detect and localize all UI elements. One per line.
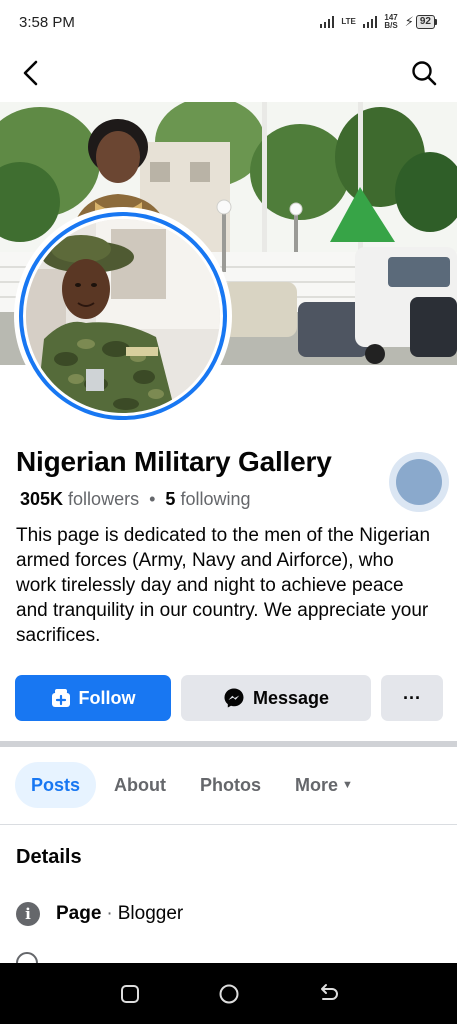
message-button[interactable]: Message [181, 675, 371, 721]
detail-separator: · [106, 903, 113, 924]
follow-page-icon [51, 689, 70, 707]
following-label[interactable]: following [180, 489, 250, 509]
charging-icon: ⚡ [404, 14, 414, 29]
top-nav [0, 44, 457, 102]
avatar-image [26, 219, 220, 413]
search-button[interactable] [407, 56, 441, 90]
tab-more[interactable]: More ▼ [279, 762, 369, 808]
profile-tabs: Posts About Photos More ▼ [15, 762, 371, 808]
follow-button[interactable]: Follow [15, 675, 171, 721]
followers-count[interactable]: 305K [20, 489, 63, 509]
status-icons: LTE 147 B/S ⚡ 92 [319, 13, 437, 30]
page-stats: 305K followers • 5 following [20, 489, 251, 509]
profile-avatar[interactable] [14, 207, 232, 425]
avatar-story-ring [19, 212, 227, 420]
status-bar: 3:58 PM LTE 147 B/S ⚡ 92 [0, 0, 457, 44]
more-options-button[interactable]: ··· [381, 675, 443, 721]
messenger-icon [224, 688, 244, 708]
system-nav-bar [0, 963, 457, 1024]
tab-posts[interactable]: Posts [15, 762, 97, 808]
detail-page-label: Page [56, 903, 102, 924]
network-indicator: LTE [341, 17, 356, 26]
caret-down-icon: ▼ [342, 779, 353, 791]
back-button[interactable] [14, 56, 48, 90]
recents-icon[interactable] [119, 983, 141, 1005]
page-title: Nigerian Military Gallery [16, 446, 332, 477]
home-icon[interactable] [218, 983, 240, 1005]
signal-icon [319, 16, 335, 28]
page-bio: This page is dedicated to the men of the… [16, 525, 431, 646]
search-icon [412, 61, 437, 86]
status-time: 3:58 PM [19, 13, 75, 31]
back-arrow-icon [23, 60, 38, 86]
more-dots-icon: ··· [403, 687, 421, 708]
detail-page-category: i Page · Blogger [16, 902, 183, 926]
follow-label: Follow [78, 687, 136, 708]
details-heading: Details [16, 846, 82, 868]
data-speed: 147 B/S [384, 13, 398, 30]
tab-photos[interactable]: Photos [184, 762, 277, 808]
system-back-icon[interactable] [317, 983, 339, 1005]
signal-2-icon [362, 16, 378, 28]
followers-label[interactable]: followers [68, 489, 139, 509]
battery-indicator: ⚡ 92 [405, 14, 437, 30]
tab-about[interactable]: About [98, 762, 182, 808]
message-label: Message [252, 687, 330, 708]
section-divider [0, 741, 457, 747]
action-bar: Follow Message ··· [15, 675, 443, 721]
battery-level: 92 [415, 15, 435, 29]
info-icon: i [16, 902, 40, 926]
story-bubble[interactable] [389, 452, 449, 512]
following-count[interactable]: 5 [165, 489, 175, 509]
tabs-divider [0, 824, 457, 825]
detail-category: Blogger [117, 903, 184, 924]
